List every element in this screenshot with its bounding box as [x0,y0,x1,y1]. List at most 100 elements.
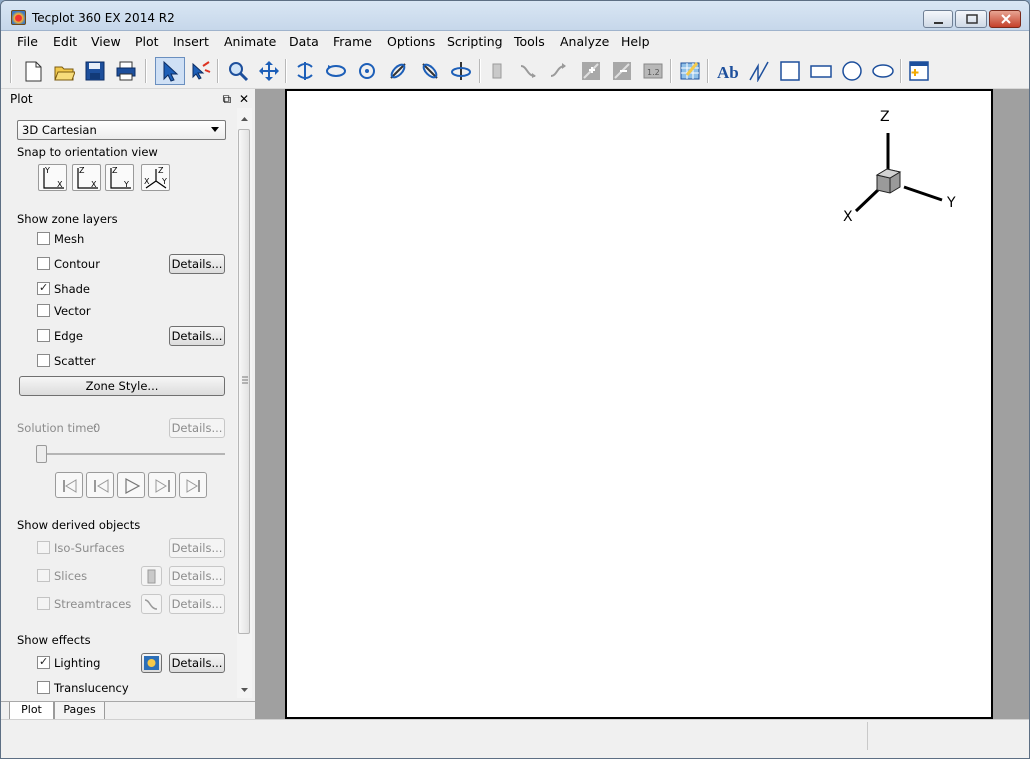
adjustor-arrow-icon[interactable] [187,58,213,84]
rotate-twist-icon[interactable] [354,58,380,84]
minimize-button[interactable] [923,10,953,28]
menu-data[interactable]: Data [289,34,319,49]
square-tool-icon[interactable] [777,58,803,84]
rotate-spherical-icon[interactable] [292,58,318,84]
scroll-up-icon[interactable] [237,113,252,125]
snap-3d-button[interactable]: ZXY [141,164,170,191]
plot-frame[interactable]: Z Y X [285,89,993,719]
slices-checkbox[interactable] [37,569,50,582]
rotate-y-axis-icon[interactable] [417,58,443,84]
plot-type-select[interactable]: 3D Cartesian [17,120,226,140]
scatter-checkbox[interactable] [37,354,50,367]
slice-tool-icon[interactable] [485,58,511,84]
ellipse-tool-icon[interactable] [870,58,896,84]
menu-options[interactable]: Options [387,34,435,49]
open-file-icon[interactable] [51,58,77,84]
streamtrace-tool-icon[interactable] [516,58,542,84]
vector-checkbox[interactable] [37,304,50,317]
remove-contour-level-icon[interactable] [609,58,635,84]
checkmark-icon: ✓ [39,281,49,294]
streamtrace-rake-icon[interactable] [546,58,572,84]
status-bar [1,719,1029,758]
rotate-x-axis-icon[interactable] [385,58,411,84]
menu-edit[interactable]: Edit [53,34,77,49]
streamtrace-tool-icon[interactable] [141,594,162,614]
menu-frame[interactable]: Frame [333,34,372,49]
rotate-z-axis-icon[interactable] [448,58,474,84]
solution-time-details-button[interactable]: Details... [169,418,225,438]
menu-scripting[interactable]: Scripting [447,34,503,49]
translucency-checkbox[interactable] [37,681,50,694]
add-contour-level-icon[interactable] [578,58,604,84]
toolbar-separator [479,59,481,83]
slices-details-button[interactable]: Details... [169,566,225,586]
new-file-icon[interactable] [20,58,46,84]
tab-plot[interactable]: Plot [9,702,54,720]
play-button[interactable] [117,472,145,498]
first-frame-button[interactable] [55,472,83,498]
menu-insert[interactable]: Insert [173,34,209,49]
shade-checkbox[interactable]: ✓ [37,281,50,295]
menu-bar: File Edit View Plot Insert Animate Data … [1,31,1029,52]
edge-label: Edge [54,329,83,343]
svg-text:Ab: Ab [717,63,739,82]
edge-details-button[interactable]: Details... [169,326,225,346]
close-button[interactable] [989,10,1021,28]
toolbar-separator [10,59,12,83]
snap-xz-button[interactable]: ZX [72,164,101,191]
scrollbar-thumb[interactable] [238,129,250,634]
translate-icon[interactable] [256,58,282,84]
step-forward-button[interactable] [148,472,176,498]
panel-scrollbar[interactable] [237,108,252,698]
last-frame-button[interactable] [179,472,207,498]
undock-panel-icon[interactable]: ⧉ [223,92,232,106]
streamtraces-checkbox[interactable] [37,597,50,610]
circle-tool-icon[interactable] [839,58,865,84]
zone-style-button[interactable]: Zone Style... [19,376,225,396]
time-slider-thumb[interactable] [36,445,47,463]
lighting-checkbox[interactable]: ✓ [37,655,50,669]
slice-tool-icon[interactable] [141,566,162,586]
edge-checkbox[interactable] [37,329,50,342]
data-editor-icon[interactable] [677,58,703,84]
snap-xy-button[interactable]: YX [38,164,67,191]
step-back-button[interactable] [86,472,114,498]
iso-surfaces-details-button[interactable]: Details... [169,538,225,558]
z-axis-label: Z [880,109,890,125]
save-icon[interactable] [82,58,108,84]
menu-animate[interactable]: Animate [224,34,276,49]
menu-tools[interactable]: Tools [514,34,545,49]
y-axis-label: Y [947,195,956,211]
maximize-button[interactable] [955,10,987,28]
menu-view[interactable]: View [91,34,121,49]
sidebar-tabs: Plot Pages [1,701,255,720]
mesh-checkbox[interactable] [37,232,50,245]
print-icon[interactable] [113,58,139,84]
menu-file[interactable]: File [17,34,38,49]
contour-details-button[interactable]: Details... [169,254,225,274]
rectangle-tool-icon[interactable] [808,58,834,84]
menu-help[interactable]: Help [621,34,650,49]
window-title: Tecplot 360 EX 2014 R2 [32,11,175,25]
scroll-down-icon[interactable] [237,684,252,696]
streamtraces-details-button[interactable]: Details... [169,594,225,614]
lighting-details-button[interactable]: Details... [169,653,225,673]
zoom-icon[interactable] [225,58,251,84]
menu-plot[interactable]: Plot [135,34,159,49]
new-frame-icon[interactable] [906,58,932,84]
selector-arrow-icon[interactable] [155,57,185,85]
light-source-icon[interactable] [141,653,162,673]
close-panel-icon[interactable]: ✕ [239,92,249,106]
snap-yz-button[interactable]: ZY [105,164,134,191]
translucency-label: Translucency [54,681,129,695]
iso-surfaces-checkbox[interactable] [37,541,50,554]
tab-pages[interactable]: Pages [54,702,105,720]
text-tool-icon[interactable]: Ab [715,58,741,84]
menu-analyze[interactable]: Analyze [560,34,609,49]
time-slider-track [37,453,225,455]
polyline-tool-icon[interactable] [746,58,772,84]
probe-icon[interactable]: 1.2 [640,58,666,84]
rotate-rollerball-icon[interactable] [323,58,349,84]
contour-checkbox[interactable] [37,257,50,270]
scatter-label: Scatter [54,354,96,368]
